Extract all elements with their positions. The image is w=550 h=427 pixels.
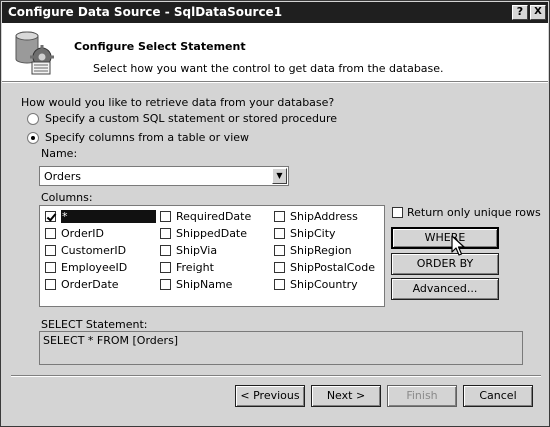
specify-columns-label: Specify columns from a table or view [45, 131, 250, 144]
unique-rows-checkbox[interactable] [392, 207, 403, 218]
order-by-button[interactable]: ORDER BY [391, 253, 499, 275]
close-button[interactable]: X [530, 5, 546, 20]
column-label: ShipCountry [290, 277, 358, 291]
column-label: * [61, 209, 156, 223]
column-item-employeeid[interactable]: EmployeeID [45, 259, 127, 275]
column-checkbox[interactable] [160, 210, 171, 222]
column-checkbox[interactable] [274, 210, 285, 222]
wizard-header: Configure Select Statement Select how yo… [2, 23, 548, 81]
column-label: ShipCity [290, 226, 336, 240]
column-item-shipaddress[interactable]: ShipAddress [274, 208, 358, 224]
column-item-shipcountry[interactable]: ShipCountry [274, 276, 358, 292]
help-button[interactable]: ? [512, 5, 528, 20]
column-label: ShipRegion [290, 243, 352, 257]
column-label: CustomerID [61, 243, 127, 257]
column-checkbox[interactable] [160, 227, 171, 239]
columns-label: Columns: [41, 191, 93, 204]
column-checkbox[interactable] [45, 244, 56, 256]
header-divider-highlight [2, 82, 548, 83]
column-checkbox[interactable] [160, 278, 171, 290]
mouse-pointer-icon [451, 235, 465, 256]
column-item-shipcity[interactable]: ShipCity [274, 225, 336, 241]
configure-data-source-dialog: Configure Data Source - SqlDataSource1 ?… [0, 0, 550, 427]
column-label: Freight [176, 260, 214, 274]
column-label: EmployeeID [61, 260, 128, 274]
cancel-button[interactable]: Cancel [463, 385, 533, 407]
column-checkbox[interactable] [160, 261, 171, 273]
column-item-orderid[interactable]: OrderID [45, 225, 104, 241]
custom-sql-radio[interactable] [27, 112, 39, 125]
column-label: ShipPostalCode [290, 260, 375, 274]
select-statement-label: SELECT Statement: [41, 318, 148, 331]
next-button[interactable]: Next > [311, 385, 381, 407]
column-item-shipregion[interactable]: ShipRegion [274, 242, 352, 258]
column-item-shipname[interactable]: ShipName [160, 276, 232, 292]
title-bar: Configure Data Source - SqlDataSource1 ?… [2, 2, 548, 23]
retrieve-question: How would you like to retrieve data from… [21, 96, 335, 109]
column-item-shippostalcode[interactable]: ShipPostalCode [274, 259, 375, 275]
where-button[interactable]: WHERE [391, 227, 499, 249]
custom-sql-label: Specify a custom SQL statement or stored… [45, 112, 338, 125]
column-checkbox[interactable] [274, 261, 285, 273]
column-label: OrderID [61, 226, 104, 240]
select-statement-box: SELECT * FROM [Orders] [39, 331, 523, 365]
specify-columns-option[interactable]: Specify columns from a table or view [27, 131, 249, 144]
unique-rows-label: Return only unique rows [407, 206, 541, 219]
column-item-requireddate[interactable]: RequiredDate [160, 208, 251, 224]
chevron-down-icon[interactable]: ▼ [272, 168, 287, 184]
column-label: ShipVia [176, 243, 218, 257]
column-item-freight[interactable]: Freight [160, 259, 214, 275]
column-label: RequiredDate [176, 209, 252, 223]
table-name-dropdown[interactable]: Orders ▼ [39, 166, 289, 186]
column-checkbox[interactable] [274, 278, 285, 290]
column-checkbox[interactable] [274, 244, 285, 256]
specify-columns-radio[interactable] [27, 131, 39, 144]
page-title: Configure Select Statement [74, 40, 246, 53]
columns-list[interactable]: * OrderID CustomerID EmployeeID OrderDat… [39, 205, 385, 307]
window-title: Configure Data Source - SqlDataSource1 [8, 5, 283, 19]
finish-button[interactable]: Finish [387, 385, 457, 407]
column-checkbox[interactable] [274, 227, 285, 239]
column-checkbox[interactable] [45, 210, 56, 222]
column-item-shippeddate[interactable]: ShippedDate [160, 225, 247, 241]
footer-divider-highlight [11, 376, 541, 377]
table-name-value: Orders [44, 170, 81, 183]
database-gear-icon [15, 31, 54, 75]
custom-sql-option[interactable]: Specify a custom SQL statement or stored… [27, 112, 337, 125]
column-item-customerid[interactable]: CustomerID [45, 242, 126, 258]
column-label: OrderDate [61, 277, 119, 291]
column-item-shipvia[interactable]: ShipVia [160, 242, 217, 258]
previous-button[interactable]: < Previous [235, 385, 305, 407]
column-item-orderdate[interactable]: OrderDate [45, 276, 119, 292]
column-label: ShippedDate [176, 226, 248, 240]
column-label: ShipName [176, 277, 233, 291]
column-checkbox[interactable] [45, 227, 56, 239]
column-item-star[interactable]: * [45, 208, 156, 224]
unique-rows-option[interactable]: Return only unique rows [392, 206, 541, 219]
column-checkbox[interactable] [45, 261, 56, 273]
column-checkbox[interactable] [160, 244, 171, 256]
column-checkbox[interactable] [45, 278, 56, 290]
name-label: Name: [41, 147, 78, 160]
column-label: ShipAddress [290, 209, 358, 223]
page-subtitle: Select how you want the control to get d… [93, 62, 444, 75]
select-statement-text: SELECT * FROM [Orders] [43, 334, 179, 347]
advanced-button[interactable]: Advanced... [391, 278, 499, 300]
